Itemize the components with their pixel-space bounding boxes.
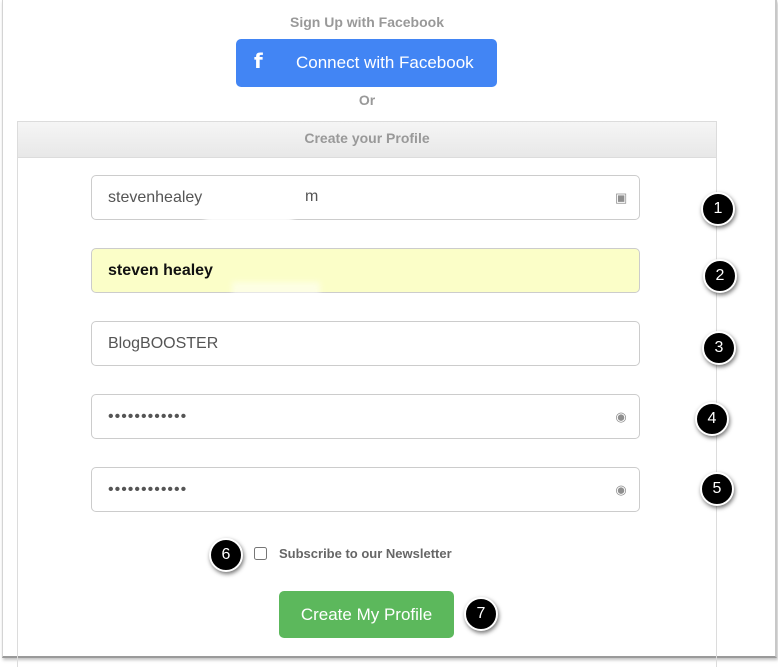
email-suffix: m	[305, 188, 319, 205]
facebook-signup-heading: Sign Up with Facebook	[289, 14, 444, 30]
create-profile-button[interactable]: Create My Profile	[279, 591, 454, 638]
name-input[interactable]	[92, 249, 639, 292]
blog-name-field[interactable]	[91, 321, 640, 366]
step-marker-4: 4	[695, 402, 729, 436]
newsletter-option[interactable]: Subscribe to our Newsletter	[254, 546, 452, 561]
step-marker-3: 3	[702, 331, 736, 365]
step-marker-6: 6	[209, 538, 243, 572]
email-input[interactable]	[92, 176, 639, 219]
facebook-f-icon: f	[254, 49, 263, 73]
password-input[interactable]	[92, 395, 639, 438]
redaction-blur	[205, 190, 293, 230]
email-field[interactable]: m ▣	[91, 175, 640, 220]
panel-title: Create your Profile	[18, 122, 716, 158]
name-field[interactable]	[91, 248, 640, 293]
confirm-password-input[interactable]	[92, 468, 639, 511]
connect-facebook-button[interactable]: f Connect with Facebook	[236, 39, 497, 87]
step-marker-1: 1	[701, 192, 735, 226]
redaction-blur	[232, 282, 320, 302]
password-key-icon: ◉	[615, 409, 627, 424]
or-separator: Or	[358, 92, 376, 108]
confirm-password-field[interactable]: ◉	[91, 467, 640, 512]
password-field[interactable]: ◉	[91, 394, 640, 439]
step-marker-2: 2	[703, 259, 737, 293]
connect-facebook-label: Connect with Facebook	[296, 53, 474, 72]
contact-card-icon: ▣	[615, 190, 628, 205]
step-marker-5: 5	[700, 472, 734, 506]
step-marker-7: 7	[464, 597, 498, 631]
blog-name-input[interactable]	[92, 322, 639, 365]
newsletter-label[interactable]: Subscribe to our Newsletter	[279, 546, 452, 561]
password-key-icon: ◉	[615, 482, 627, 497]
newsletter-checkbox[interactable]	[254, 547, 267, 560]
